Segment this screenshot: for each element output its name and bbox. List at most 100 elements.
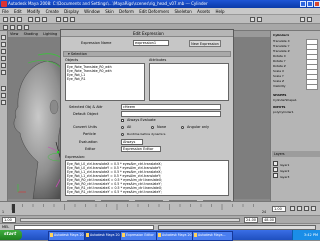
move-tool-icon[interactable] [1, 49, 6, 54]
expression-name-input[interactable]: expression1 [133, 40, 169, 46]
time-start-label: 1 [2, 210, 5, 214]
windows-taskbar: start Autodesk Maya 20... Autodesk Maya … [0, 230, 320, 241]
dialog-title: Edit Expression [133, 31, 164, 36]
layer-visibility-icon[interactable] [273, 173, 278, 178]
menu-file[interactable]: File [0, 8, 11, 15]
taskbar-item-label: Autodesk Maya... [198, 233, 226, 237]
convert-units-angular-radio[interactable] [181, 126, 184, 129]
manipulator-tool-icon[interactable] [1, 70, 6, 75]
convert-units-label: Convert Units [73, 125, 97, 129]
evaluation-select[interactable]: Always [121, 139, 143, 145]
layer-visibility-icon[interactable] [273, 161, 278, 166]
snap-point-icon[interactable] [70, 17, 75, 22]
menu-display[interactable]: Display [62, 8, 81, 15]
select-tool-icon[interactable] [1, 35, 6, 40]
menu-create[interactable]: Create [44, 8, 61, 15]
shelf-icon-1[interactable] [3, 25, 8, 30]
default-object-field[interactable] [121, 111, 221, 117]
maya-task-icon [50, 233, 53, 237]
layer-name: layer3 [280, 175, 290, 179]
menu-help[interactable]: Help [213, 8, 226, 15]
ipr-render-icon[interactable] [257, 17, 262, 22]
selected-obj-attr-label: Selected Obj & Attr [69, 105, 103, 109]
attribute-editor-toggle-icon[interactable] [307, 17, 312, 22]
range-slider[interactable]: 1.00 24.00 48.00 [0, 215, 320, 223]
always-evaluate-checkbox[interactable] [121, 119, 124, 122]
clock[interactable]: 3:42 PM [304, 233, 318, 237]
channel-label: Visibility [273, 84, 286, 88]
always-evaluate-label: Always Evaluate [127, 118, 156, 122]
attributes-label: Attributes [149, 58, 167, 62]
layer-visibility-icon[interactable] [273, 167, 278, 172]
selection-section-header[interactable]: ▾ Selection [63, 51, 231, 57]
layer-row[interactable]: layer1 [273, 161, 319, 167]
channel-label: Scale Z [273, 79, 285, 83]
snap-curve-icon[interactable] [63, 17, 68, 22]
time-slider[interactable]: 1 24 1.00 [0, 201, 320, 215]
taskbar-item-label: Autodesk Maya 20... [90, 233, 123, 237]
current-time-field[interactable]: 1.00 [272, 206, 286, 212]
layout-four-icon[interactable] [1, 93, 6, 98]
layout-single-icon[interactable] [1, 86, 6, 91]
save-scene-icon[interactable] [17, 17, 22, 22]
channel-box: Cylinder1 Translate X Translate Y Transl… [270, 31, 320, 201]
new-expression-button[interactable]: New Expression [189, 40, 221, 47]
range-slider-bar[interactable] [20, 218, 240, 222]
evaluation-label: Evaluation [79, 140, 98, 144]
particle-before-label: Runtime before dynamics [127, 132, 166, 136]
channel-row-visibility[interactable]: Visibility [273, 84, 319, 90]
taskbar-item-label: Expression Editor [126, 233, 154, 237]
maya-task-icon [86, 233, 89, 237]
close-button[interactable] [314, 1, 320, 7]
step-forward-icon[interactable] [304, 206, 309, 211]
shape-name[interactable]: CylinderShape1 [273, 98, 319, 103]
menu-edit[interactable]: Edit [12, 8, 24, 15]
editor-select[interactable]: Expression Editor [121, 146, 161, 152]
go-to-end-icon[interactable] [311, 206, 316, 211]
menu-skeleton[interactable]: Skeleton [173, 8, 194, 15]
menu-skin[interactable]: Skin [103, 8, 116, 15]
play-forward-icon[interactable] [297, 206, 302, 211]
rotate-tool-icon[interactable] [1, 56, 6, 61]
shelf-icon-4[interactable] [24, 25, 29, 30]
objects-list-item[interactable]: Eye_Rot_R1 [67, 77, 143, 81]
start-button[interactable]: start [0, 230, 22, 240]
shelf-icon-2[interactable] [10, 25, 15, 30]
layer-row[interactable]: layer2 [273, 167, 319, 173]
minimize-button[interactable] [300, 1, 306, 7]
convert-units-none-radio[interactable] [151, 126, 154, 129]
input-node-name[interactable]: polyCylinder1 [273, 110, 319, 115]
convert-units-all-radio[interactable] [121, 126, 124, 129]
channel-box-toggle-icon[interactable] [300, 17, 305, 22]
channel-label: Scale X [273, 69, 285, 73]
objects-list[interactable]: Eye_Rote_Translate_R0_wkh Eye_Rote_Trans… [65, 63, 145, 101]
particle-before-radio[interactable] [121, 133, 124, 136]
new-scene-icon[interactable] [3, 17, 8, 22]
menu-modify[interactable]: Modify [25, 8, 42, 15]
channel-value-field[interactable] [306, 84, 318, 90]
select-hierarchy-icon[interactable] [28, 17, 33, 22]
select-component-icon[interactable] [42, 17, 47, 22]
channel-label: Translate X [273, 39, 290, 43]
expression-line: Eye_Rot_R1_ctrl.translateY = 0.5 * eyesA… [67, 190, 162, 194]
layer-row[interactable]: layer3 [273, 173, 319, 179]
menu-window[interactable]: Window [82, 8, 102, 15]
play-back-icon[interactable] [290, 206, 295, 211]
selected-obj-attr-field[interactable]: cHeem [121, 104, 221, 110]
render-icon[interactable] [250, 17, 255, 22]
scale-tool-icon[interactable] [1, 63, 6, 68]
expression-text-area[interactable]: Eye_Rot_L0_ctrl.translateX = 0.5 * eyesA… [65, 160, 229, 196]
lasso-tool-icon[interactable] [1, 42, 6, 47]
channel-label: Rotate X [273, 54, 286, 58]
menu-deform[interactable]: Deform [117, 8, 136, 15]
menu-assets[interactable]: Assets [195, 8, 212, 15]
attributes-list[interactable] [149, 63, 229, 101]
layout-two-icon[interactable] [1, 100, 6, 105]
open-scene-icon[interactable] [10, 17, 15, 22]
menu-edit-deformers[interactable]: Edit Deformers [137, 8, 171, 15]
snap-grid-icon[interactable] [56, 17, 61, 22]
maximize-button[interactable] [307, 1, 313, 7]
shelf-icon-3[interactable] [17, 25, 22, 30]
channel-label: Rotate Y [273, 59, 286, 63]
select-object-icon[interactable] [35, 17, 40, 22]
